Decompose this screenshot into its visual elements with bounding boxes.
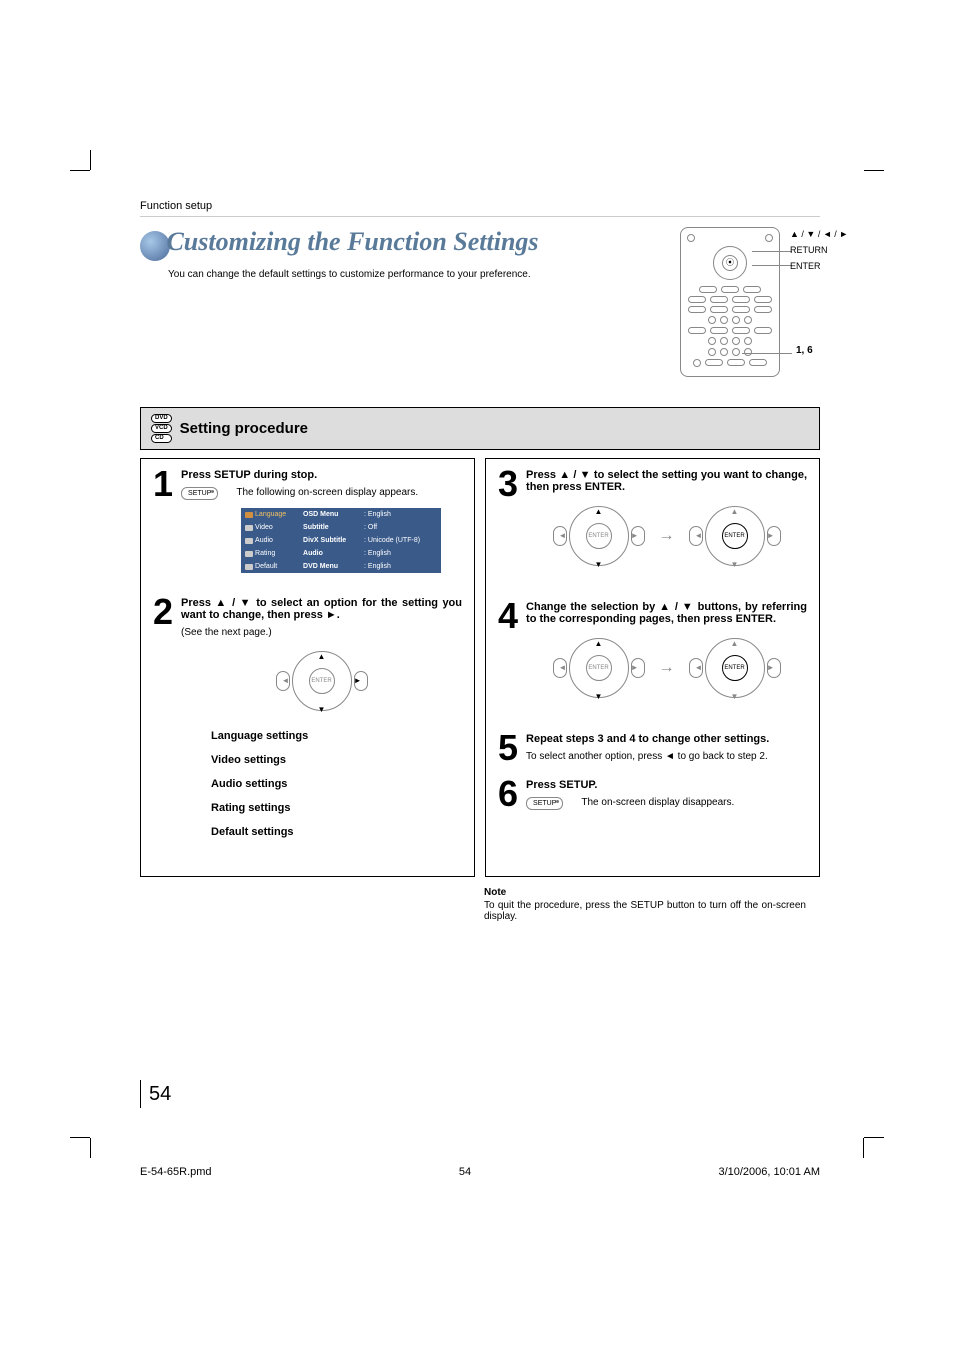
step-6-text: The on-screen display disappears. xyxy=(581,797,734,808)
settings-item: Audio settings xyxy=(211,778,462,790)
dpad-icon: ▲▼ ◄► ENTER xyxy=(559,633,639,703)
step-4-heading: Change the selection by ▲ / ▼ buttons, b… xyxy=(526,601,807,625)
footer-file: E-54-65R.pmd xyxy=(140,1166,212,1178)
section-header: DVD VCD CD Setting procedure xyxy=(140,407,820,450)
right-column: 3 Press ▲ / ▼ to select the setting you … xyxy=(485,458,820,877)
dpad-icon: ▲▼ ◄► ENTER xyxy=(695,501,775,571)
section-title: Setting procedure xyxy=(180,420,308,437)
settings-list: Language settings Video settings Audio s… xyxy=(211,730,462,838)
breadcrumb: Function setup xyxy=(140,200,820,217)
osd-screenshot: LanguageOSD Menu: English VideoSubtitle:… xyxy=(241,508,441,573)
step-6-heading: Press SETUP. xyxy=(526,779,807,791)
dvd-badge: DVD xyxy=(151,414,172,423)
remote-diagram: ⦿ ▲ / ▼ / ◄ / ► RETURN ENTER 1, 6 xyxy=(680,227,780,377)
remote-nav-label: ▲ / ▼ / ◄ / ► xyxy=(790,227,848,241)
step-2-number: 2 xyxy=(153,597,173,850)
step-1-heading: Press SETUP during stop. xyxy=(181,469,462,481)
step-1-text: The following on-screen display appears. xyxy=(236,487,418,498)
step-5-text: To select another option, press ◄ to go … xyxy=(526,751,807,762)
settings-item: Language settings xyxy=(211,730,462,742)
page-title: Customizing the Function Settings xyxy=(166,227,538,256)
step-1-number: 1 xyxy=(153,469,173,581)
note-title: Note xyxy=(484,887,806,898)
footer: E-54-65R.pmd 54 3/10/2006, 10:01 AM xyxy=(140,1166,820,1178)
page-number: 54 xyxy=(140,1080,171,1108)
disc-badges: DVD VCD CD xyxy=(151,414,172,443)
setup-button-icon: SETUP xyxy=(526,797,563,810)
footer-timestamp: 3/10/2006, 10:01 AM xyxy=(718,1166,820,1178)
dpad-icon: ▲▼ ◄► ENTER xyxy=(695,633,775,703)
left-column: 1 Press SETUP during stop. SETUP The fol… xyxy=(140,458,475,877)
step-5-heading: Repeat steps 3 and 4 to change other set… xyxy=(526,733,807,745)
settings-item: Video settings xyxy=(211,754,462,766)
title-row: Customizing the Function Settings You ca… xyxy=(140,227,820,377)
setup-button-icon: SETUP xyxy=(181,487,218,500)
note-text: To quit the procedure, press the SETUP b… xyxy=(484,900,806,922)
step-5-number: 5 xyxy=(498,733,518,763)
footer-page: 54 xyxy=(459,1166,471,1178)
remote-enter-label: ENTER xyxy=(790,259,848,273)
step-2-seenext: (See the next page.) xyxy=(181,627,462,638)
dpad-icon: ▲▼ ◄► ENTER xyxy=(282,646,362,716)
step-2-heading: Press ▲ / ▼ to select an option for the … xyxy=(181,597,462,621)
arrow-right-icon: → xyxy=(659,527,675,545)
arrow-right-icon: → xyxy=(659,659,675,677)
dpad-icon: ▲▼ ◄► ENTER xyxy=(559,501,639,571)
step-3-number: 3 xyxy=(498,469,518,585)
settings-item: Default settings xyxy=(211,826,462,838)
vcd-badge: VCD xyxy=(151,424,172,433)
cd-badge: CD xyxy=(151,434,172,443)
step-4-number: 4 xyxy=(498,601,518,717)
remote-steps-label: 1, 6 xyxy=(796,345,813,356)
step-3-heading: Press ▲ / ▼ to select the setting you wa… xyxy=(526,469,807,493)
note-block: Note To quit the procedure, press the SE… xyxy=(480,887,810,922)
step-6-number: 6 xyxy=(498,779,518,810)
remote-return-label: RETURN xyxy=(790,243,848,257)
joystick-icon: ⦿ xyxy=(713,246,747,280)
settings-item: Rating settings xyxy=(211,802,462,814)
subtitle: You can change the default settings to c… xyxy=(168,269,660,280)
page-content: Function setup Customizing the Function … xyxy=(140,200,820,922)
